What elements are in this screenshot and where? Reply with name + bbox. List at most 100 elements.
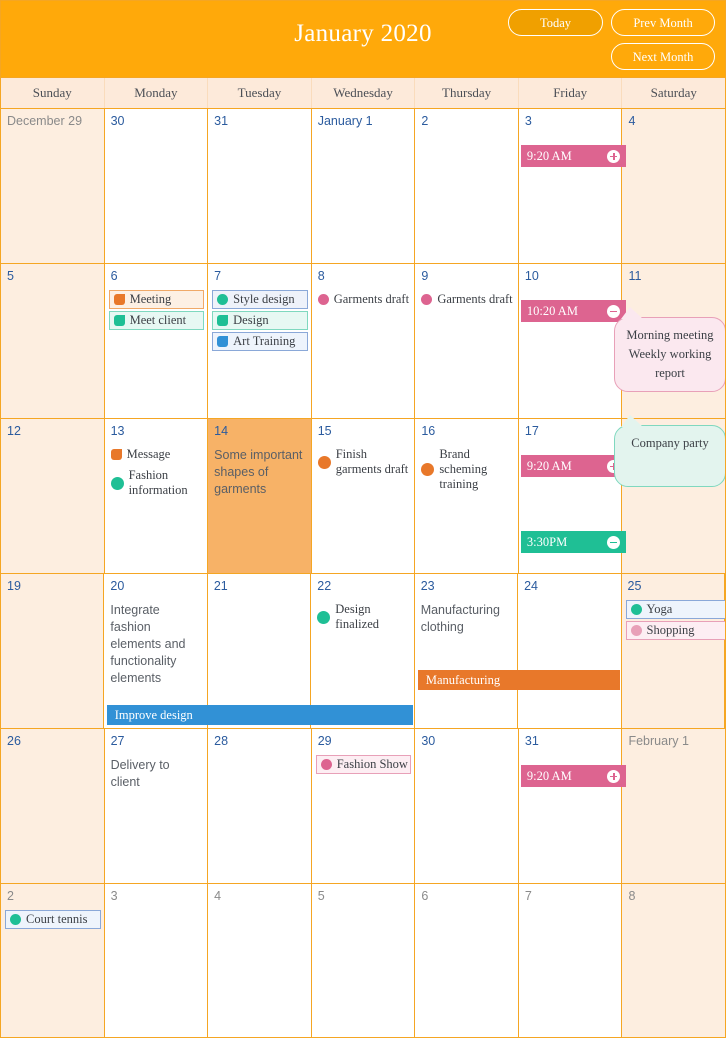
calendar-day-cell[interactable]: 29 Fashion Show (311, 729, 416, 883)
event-time-badge[interactable]: 9:20 AM (520, 145, 627, 167)
event-time-badge[interactable]: 3:30PM (520, 531, 627, 553)
calendar-day-cell[interactable]: 3 (104, 884, 209, 1037)
calendar-day-cell[interactable]: 24 (518, 574, 622, 728)
event-chip[interactable]: Shopping (625, 621, 725, 640)
event-time-badge[interactable]: 9:20 AM (520, 765, 627, 787)
calendar-day-cell[interactable]: 23 Manufacturing clothing (414, 574, 519, 728)
event-chip[interactable]: Court tennis (5, 910, 101, 929)
next-month-button[interactable]: Next Month (611, 43, 715, 70)
event-chip[interactable]: Art Training (212, 332, 308, 351)
event-callout-company-party[interactable]: Company party (614, 415, 725, 487)
event-chip[interactable]: Meet client (108, 311, 205, 330)
calendar-day-cell[interactable]: 5 (1, 264, 105, 418)
day-number: 22 (317, 579, 332, 593)
calendar-week-row: December 29 30 31 January 1 2 3 9:20 AM 4 (1, 109, 725, 264)
event-entry[interactable]: Finish garments draft (312, 443, 415, 479)
calendar-day-cell[interactable]: 6 Meeting Meet client (104, 264, 209, 418)
day-number: 15 (317, 424, 332, 438)
calendar-day-cell[interactable]: 10 10:20 AM 3:30PM (518, 264, 627, 553)
calendar-day-cell[interactable]: 31 9:20 AM (518, 729, 627, 883)
calendar-day-cell[interactable]: February 1 (622, 729, 725, 883)
calendar-day-cell[interactable]: 26 (1, 729, 105, 883)
day-number: 7 (214, 269, 222, 283)
minus-circle-icon[interactable] (607, 535, 621, 549)
callout-line: Morning meeting (626, 328, 714, 342)
day-cell-body: Brand scheming training (415, 443, 518, 573)
day-number: 21 (213, 579, 228, 593)
weekday-header-thursday: Thursday (415, 78, 519, 108)
calendar-day-cell[interactable]: 28 (208, 729, 312, 883)
minus-circle-icon[interactable] (607, 304, 621, 318)
calendar-day-cell[interactable]: 30 (104, 109, 209, 263)
day-number: 6 (110, 269, 118, 283)
day-number: 10 (524, 269, 539, 283)
event-span-bar[interactable]: Improve design (106, 705, 413, 725)
day-number: 7 (524, 889, 532, 903)
calendar-day-cell[interactable]: January 1 (311, 109, 416, 263)
event-entry[interactable]: Message (105, 443, 208, 464)
event-time-badge[interactable]: 10:20 AM (520, 300, 627, 322)
event-time-badge[interactable]: 9:20 AM (520, 455, 627, 477)
event-time-label: 9:20 AM (526, 768, 572, 783)
calendar-day-cell[interactable]: 14 Some important shapes of garments (208, 419, 312, 573)
calendar-day-cell[interactable]: 15 Finish garments draft (311, 419, 416, 573)
calendar-day-cell[interactable]: 19 (1, 574, 105, 728)
day-number: 11 (628, 269, 642, 283)
day-cell-body (1, 598, 103, 728)
event-entry[interactable]: Garments draft (415, 288, 518, 309)
dot-marker-icon (630, 604, 642, 615)
event-span-bar[interactable]: Manufacturing (417, 670, 621, 690)
calendar-day-cell[interactable]: 31 (208, 109, 312, 263)
day-cell-body: Court tennis (1, 908, 104, 1037)
event-entry[interactable]: Garments draft (312, 288, 415, 309)
calendar-day-cell[interactable]: 16 Brand scheming training (415, 419, 519, 573)
calendar-day-cell[interactable]: 13 Message Fashion information (104, 419, 209, 573)
day-number: 2 (421, 114, 429, 128)
calendar-grid: December 29 30 31 January 1 2 3 9:20 AM 4 5 6 Meet… (1, 109, 725, 1037)
day-number: 25 (627, 579, 642, 593)
day-number: 20 (110, 579, 125, 593)
event-chip-label: Design (233, 313, 269, 327)
calendar-day-cell[interactable]: 7 Style design Design Art Training (208, 264, 312, 418)
event-callout-morning-meeting[interactable]: Morning meeting Weekly working report (614, 307, 725, 392)
callout-line: Company party (631, 436, 709, 450)
event-entry[interactable]: Design finalized (311, 598, 413, 634)
calendar-day-cell[interactable]: 27 Delivery to client (104, 729, 209, 883)
day-number: December 29 (7, 114, 83, 128)
calendar-day-cell[interactable]: 6 (415, 884, 519, 1037)
event-chip[interactable]: Design (212, 311, 308, 330)
calendar-day-cell[interactable]: December 29 (1, 109, 105, 263)
event-chip-label: Meeting (129, 292, 172, 306)
calendar-day-cell[interactable]: 8 Garments draft (311, 264, 416, 418)
calendar-day-cell[interactable]: 2 Court tennis (1, 884, 105, 1037)
calendar-day-cell[interactable]: 4 (622, 109, 725, 263)
plus-circle-icon[interactable] (607, 769, 621, 783)
weekday-header-wednesday: Wednesday (312, 78, 416, 108)
calendar-day-cell[interactable]: 4 (208, 884, 312, 1037)
event-time-label: 10:20 AM (526, 303, 578, 318)
calendar-day-cell[interactable]: 3 9:20 AM (518, 109, 627, 263)
today-button[interactable]: Today (508, 9, 603, 36)
calendar-day-cell[interactable]: 25 Yoga Shopping (621, 574, 725, 728)
calendar-day-cell[interactable]: 5 (311, 884, 416, 1037)
calendar-day-cell[interactable]: 8 (622, 884, 725, 1037)
calendar-nav-buttons: Today Prev Month Next Month (503, 9, 717, 71)
calendar-week-row: 26 27 Delivery to client 28 29 Fashion Show 30… (1, 729, 725, 884)
calendar-day-cell[interactable]: 7 (518, 884, 623, 1037)
event-entry[interactable]: Fashion information (105, 464, 208, 500)
event-chip[interactable]: Yoga (625, 600, 725, 619)
callout-pointer-icon (621, 307, 643, 319)
calendar-day-cell[interactable]: 30 (415, 729, 519, 883)
calendar-day-cell[interactable]: 2 (415, 109, 519, 263)
event-entry[interactable]: Brand scheming training (415, 443, 518, 494)
plus-circle-icon[interactable] (607, 149, 621, 163)
day-number: 17 (524, 424, 539, 438)
day-number: 3 (524, 114, 532, 128)
event-chip[interactable]: Meeting (108, 290, 205, 309)
event-chip[interactable]: Style design (212, 290, 308, 309)
prev-month-button[interactable]: Prev Month (611, 9, 715, 36)
event-chip[interactable]: Fashion Show (315, 755, 412, 774)
calendar-day-cell[interactable]: 9 Garments draft (415, 264, 519, 418)
day-note-text: Some important shapes of garments (214, 448, 303, 496)
calendar-day-cell[interactable]: 12 (1, 419, 105, 573)
